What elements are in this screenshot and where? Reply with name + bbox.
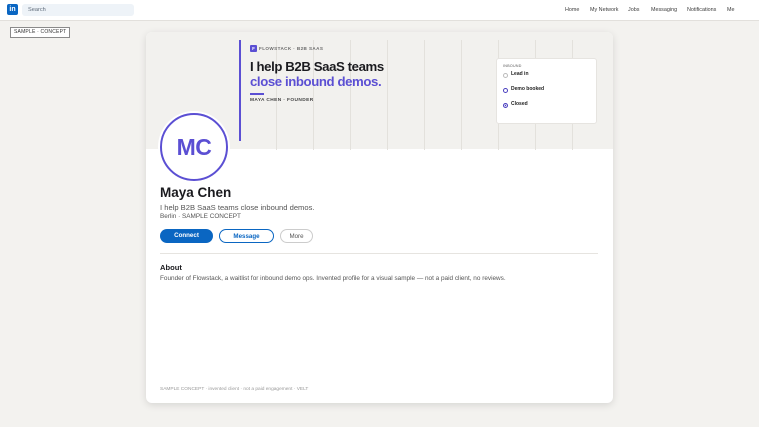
search-input[interactable] xyxy=(22,4,134,16)
nav-messaging[interactable]: Messaging xyxy=(651,0,677,20)
flowstack-logo-icon: F xyxy=(250,45,257,52)
top-nav: in Home My Network Jobs Messaging Notifi… xyxy=(0,0,759,21)
message-button[interactable]: Message xyxy=(219,229,274,243)
banner-gridline xyxy=(461,40,462,150)
headline-underline xyxy=(250,93,264,95)
banner-headline-line-1: I help B2B SaaS teams xyxy=(250,59,384,74)
nav-jobs[interactable]: Jobs xyxy=(628,0,639,20)
profile-headline: I help B2B SaaS teams close inbound demo… xyxy=(160,203,315,212)
step-filled-dot-icon xyxy=(503,102,508,108)
profile-name: Maya Chen xyxy=(160,185,232,200)
pipeline-step-label: Lead in xyxy=(511,71,529,77)
profile-location: Berlin · SAMPLE CONCEPT xyxy=(160,213,241,220)
banner-headline-line-2: close inbound demos. xyxy=(250,74,382,89)
sample-badge: SAMPLE · CONCEPT xyxy=(10,27,71,38)
nav-notifications[interactable]: Notifications xyxy=(687,0,716,20)
banner-byline: MAYA CHEN · FOUNDER xyxy=(250,98,314,103)
linkedin-logo-icon[interactable]: in xyxy=(7,4,18,15)
connect-button[interactable]: Connect xyxy=(160,229,213,243)
banner-gridline xyxy=(387,40,388,150)
nav-home[interactable]: Home xyxy=(565,0,579,20)
banner-gridline xyxy=(313,40,314,150)
avatar[interactable]: MC xyxy=(160,113,228,181)
nav-my-network[interactable]: My Network xyxy=(590,0,618,20)
nav-me[interactable]: Me xyxy=(727,0,735,20)
card-footer: SAMPLE CONCEPT · invented client · not a… xyxy=(160,387,309,392)
section-divider xyxy=(160,253,598,254)
step-empty-dot-icon xyxy=(503,72,508,78)
about-heading: About xyxy=(160,263,182,272)
panel-title: INBOUND xyxy=(503,64,522,68)
brand-label: FLOWSTACK · B2B SAAS xyxy=(259,46,324,51)
step-ring-dot-icon xyxy=(503,87,508,93)
profile-card: F FLOWSTACK · B2B SAAS I help B2B SaaS t… xyxy=(146,32,613,403)
pipeline-step-label: Closed xyxy=(511,101,528,107)
banner-gridline xyxy=(350,40,351,150)
inbound-pipeline-panel: INBOUND Lead in Demo booked Closed xyxy=(496,58,597,124)
pipeline-step-label: Demo booked xyxy=(511,86,545,92)
about-text: Founder of Flowstack, a waitlist for inb… xyxy=(160,275,506,282)
banner-gridline xyxy=(424,40,425,150)
more-button[interactable]: More xyxy=(280,229,313,243)
banner-gridline xyxy=(276,40,277,150)
banner-accent-line xyxy=(239,40,241,141)
